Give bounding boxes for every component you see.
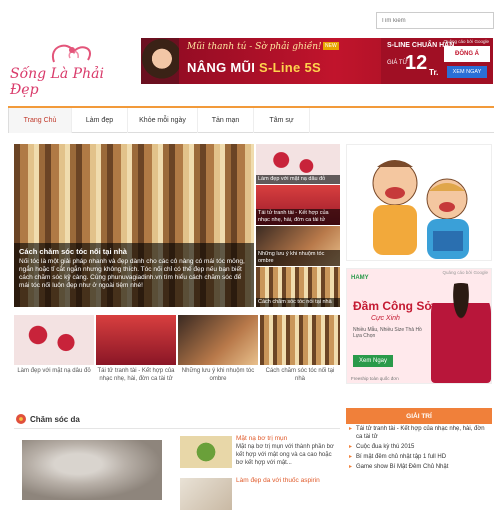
side-ad-title: Đầm Công Sở (353, 299, 433, 313)
side-item-caption: Những lưu ý khi nhuộm tóc ombre (256, 250, 340, 266)
ad-headline-pre: NÂNG MŨI (187, 60, 260, 75)
show-thumb (96, 315, 176, 365)
news-title[interactable]: Mặt nạ bơ trị mụn (236, 435, 287, 442)
ad-headline: NÂNG MŨI S-Line 5S (187, 60, 321, 75)
nav-item-musings[interactable]: Tản mạn (198, 108, 254, 133)
entertainment-box: GIẢI TRÍ Tái tử tranh tài - Kết hợp của … (346, 408, 492, 472)
aspirin-thumb (180, 478, 232, 510)
row-item[interactable]: Cách chăm sóc tóc nối tại nhà (260, 315, 340, 383)
side-item[interactable]: Tái tử tranh tài - Kết hợp của nhạc nhẹ,… (256, 185, 340, 225)
ad-cta-button[interactable]: XEM NGAY (447, 66, 487, 78)
side-ad-body: Nhiều Mẫu, Nhiều Size Thả Hồ Lựa Chọn (353, 327, 422, 339)
news-desc: Mặt nạ bơ trị mụn với thành phần bơ kết … (236, 444, 334, 466)
hair-thumb (260, 315, 340, 365)
flower-icon (16, 414, 26, 424)
section-heading: Chăm sóc da (16, 414, 80, 424)
side-item[interactable]: Những lưu ý khi nhuộm tóc ombre (256, 226, 340, 266)
hero-title[interactable]: Cách chăm sóc tóc nối tại nhà (19, 247, 249, 256)
ad-by-google: Quảng cáo bởi Google (443, 39, 489, 44)
laughing-men-icon (372, 160, 469, 259)
top-ad-banner[interactable]: Mũi thanh tú - Sờ phải ghiền! NÂNG MŨI S… (141, 38, 493, 84)
strawberry-thumb (14, 315, 94, 365)
news-item[interactable]: Mặt nạ bơ trị mụn Mặt nạ bơ trị mụn với … (180, 433, 340, 471)
main-nav: Trang Chủ Làm đẹp Khỏe mỗi ngày Tản mạn … (8, 106, 494, 133)
side-ad-brand: HAMY (351, 275, 369, 281)
news-title[interactable]: Làm đẹp da với thuốc aspirin (236, 477, 320, 484)
search-input[interactable] (381, 17, 481, 24)
side-item-caption: Tái tử tranh tài - Kết hợp của nhạc nhẹ,… (256, 209, 340, 225)
entertainment-heading: GIẢI TRÍ (346, 408, 492, 424)
featured-image[interactable] (22, 440, 162, 500)
nav-item-confide[interactable]: Tâm sự (254, 108, 310, 133)
ad-price: 12 (405, 52, 428, 74)
ombre-thumb (178, 315, 258, 365)
hero-slide[interactable]: Cách chăm sóc tóc nối tại nhà Nối tóc là… (14, 144, 254, 307)
hero-desc: Nối tóc là một giải pháp nhanh và đẹp dà… (19, 258, 245, 289)
entertainment-item[interactable]: Bí mật đêm chủ nhật tập 1 full HD (346, 452, 492, 462)
section-title-text[interactable]: Chăm sóc da (30, 415, 80, 424)
ad-brand-logo: ĐÔNG Á (444, 46, 490, 62)
side-ad-by: Quảng cáo bởi Google (442, 270, 488, 275)
entertainment-item[interactable]: Cuộc đua kỳ thú 2015 (346, 442, 492, 452)
side-ad-footer: Freeship toàn quốc đơn (351, 376, 399, 381)
search-box[interactable] (376, 12, 494, 29)
logo-text: Sống Là Phải Đẹp (10, 66, 104, 98)
side-item[interactable]: Làm đẹp với mặt nạ dâu đỏ (256, 144, 340, 184)
row-item-caption: Tái tử tranh tài - Kết hợp của nhạc nhẹ,… (97, 368, 175, 382)
row-item[interactable]: Làm đẹp với mặt nạ dâu đỏ (14, 315, 94, 383)
side-item-caption: Cách chăm sóc tóc nối tại nhà (256, 298, 340, 307)
ad-headline-brand: S-Line 5S (259, 60, 321, 75)
side-ad-model-image (431, 283, 491, 383)
side-ad[interactable]: HAMY Quảng cáo bởi Google Đầm Công Sở Cự… (346, 268, 492, 384)
top-bar (0, 0, 500, 30)
news-item[interactable]: Làm đẹp da với thuốc aspirin (180, 475, 340, 513)
ad-price-unit: Tr. (429, 68, 439, 77)
side-ad-subtitle: Cực Xinh (371, 315, 400, 322)
side-list: Làm đẹp với mặt nạ dâu đỏ Tái tử tranh t… (256, 144, 340, 308)
nav-item-health[interactable]: Khỏe mỗi ngày (128, 108, 198, 133)
ad-tagline: Mũi thanh tú - Sờ phải ghiền! (187, 42, 322, 52)
side-item[interactable]: Cách chăm sóc tóc nối tại nhà (256, 267, 340, 307)
ad-model-image (141, 38, 179, 84)
row-item-caption: Làm đẹp với mặt nạ dâu đỏ (17, 368, 91, 374)
cartoon-image (346, 144, 492, 261)
side-item-caption: Làm đẹp với mặt nạ dâu đỏ (256, 175, 340, 184)
avocado-thumb (180, 436, 232, 468)
row-item[interactable]: Những lưu ý khi nhuộm tóc ombre (178, 315, 258, 383)
entertainment-item[interactable]: Tái tử tranh tài - Kết hợp của nhạc nhẹ,… (346, 424, 492, 442)
row-item-caption: Những lưu ý khi nhuộm tóc ombre (181, 368, 255, 382)
site-logo[interactable]: Sống Là Phải Đẹp (8, 40, 136, 98)
thumb-row: Làm đẹp với mặt nạ dâu đỏ Tái tử tranh t… (14, 315, 340, 383)
new-badge: NEW (323, 42, 339, 50)
nav-item-home[interactable]: Trang Chủ (8, 108, 72, 133)
ad-price-panel: S-LINE CHUẨN HÀN GIÁ TỪ 12 Tr. Quảng cáo… (381, 38, 493, 84)
row-item[interactable]: Tái tử tranh tài - Kết hợp của nhạc nhẹ,… (96, 315, 176, 383)
side-ad-cta[interactable]: Xem Ngay (353, 355, 393, 367)
nav-item-beauty[interactable]: Làm đẹp (72, 108, 128, 133)
section-divider (14, 428, 340, 429)
entertainment-item[interactable]: Game show Bí Mật Đêm Chủ Nhật (346, 462, 492, 472)
news-list: Mặt nạ bơ trị mụn Mặt nạ bơ trị mụn với … (180, 433, 340, 517)
hero-caption: Cách chăm sóc tóc nối tại nhà Nối tóc là… (14, 243, 254, 307)
row-item-caption: Cách chăm sóc tóc nối tại nhà (265, 368, 335, 382)
